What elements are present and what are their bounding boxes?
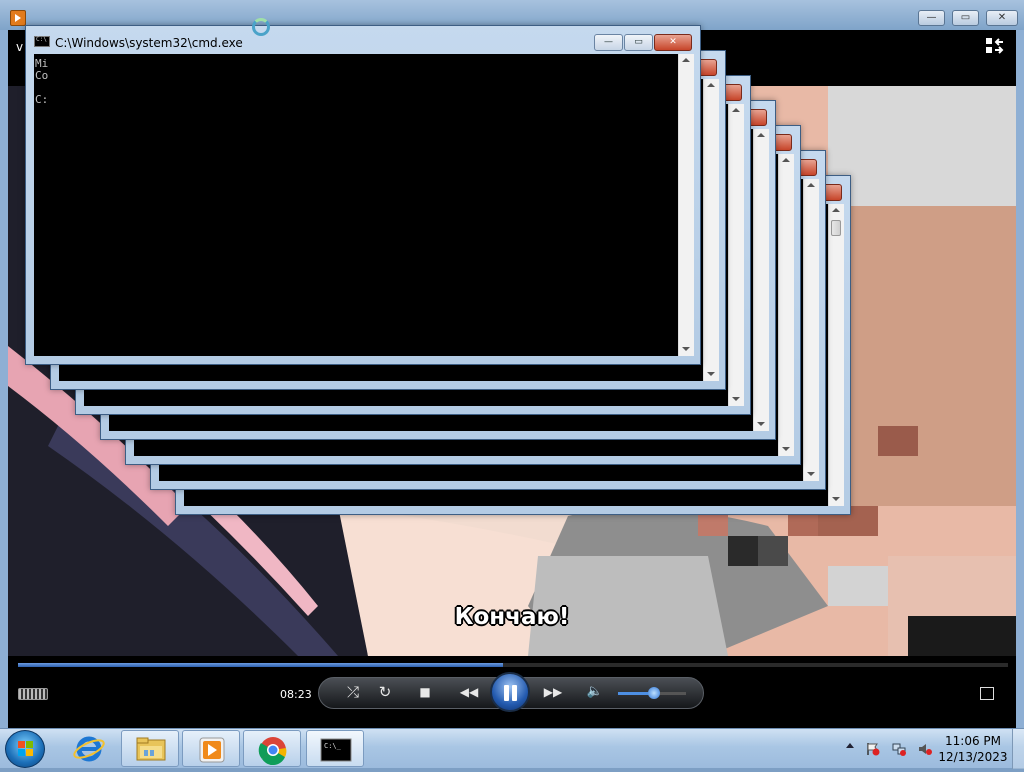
switch-to-library-icon[interactable] [986, 38, 1004, 54]
console-scrollbar[interactable] [778, 154, 794, 456]
console-output[interactable]: MiCoC: [34, 54, 678, 356]
console-scrollbar[interactable] [678, 54, 694, 356]
scroll-down-arrow-icon[interactable] [782, 447, 790, 451]
console-line: C: [35, 93, 49, 106]
taskbar: C:\_ 11:06 PM 12/13/2023 [0, 728, 1024, 769]
media-player-minimize-button[interactable]: — [918, 10, 945, 26]
windows-logo-icon [18, 741, 34, 757]
cmd-window-title: C:\Windows\system32\cmd.exe [55, 36, 243, 50]
scroll-down-arrow-icon[interactable] [732, 397, 740, 401]
taskbar-chrome[interactable] [243, 730, 301, 767]
media-player-maximize-button[interactable]: ▭ [952, 10, 979, 26]
scroll-down-arrow-icon[interactable] [757, 422, 765, 426]
scroll-up-arrow-icon[interactable] [757, 133, 765, 137]
console-scrollbar[interactable] [703, 79, 719, 381]
taskbar-command-prompt[interactable]: C:\_ [306, 730, 364, 767]
cmd-close-button[interactable]: ✕ [654, 34, 692, 51]
scroll-up-arrow-icon[interactable] [707, 83, 715, 87]
folder-icon [136, 737, 166, 761]
taskbar-media-player[interactable] [182, 730, 240, 767]
mute-button[interactable]: 🔈 [584, 682, 606, 702]
media-player-icon [199, 737, 225, 763]
cmd-maximize-button[interactable]: ▭ [624, 34, 653, 51]
console-scrollbar[interactable] [828, 204, 844, 506]
shuffle-button[interactable]: ⤮ [342, 682, 364, 702]
media-player-close-button[interactable]: ✕ [986, 10, 1018, 26]
pause-button[interactable] [490, 672, 530, 712]
clock-date[interactable]: 12/13/2023 [938, 750, 1008, 764]
console-scrollbar[interactable] [753, 129, 769, 431]
scrollbar-thumb[interactable] [831, 220, 841, 236]
seek-bar-progress [18, 663, 504, 667]
command-prompt-icon: C:\_ [320, 738, 352, 762]
console-line: Co [35, 69, 49, 82]
volume-slider-thumb[interactable] [648, 687, 660, 699]
scroll-up-arrow-icon[interactable] [782, 158, 790, 162]
previous-button[interactable]: ◀◀ [452, 682, 486, 702]
start-button[interactable] [5, 730, 45, 768]
scroll-up-arrow-icon[interactable] [732, 108, 740, 112]
video-title: v [16, 40, 24, 54]
action-center-flag-icon[interactable] [866, 741, 880, 756]
resize-grip-icon[interactable] [18, 688, 48, 700]
repeat-button[interactable]: ↻ [374, 682, 396, 702]
playback-control-bar: 08:23 ⤮ ↻ ■ ◀◀ ▶▶ 🔈 [8, 656, 1016, 728]
busy-cursor-icon [252, 18, 270, 36]
scroll-up-arrow-icon[interactable] [682, 58, 690, 62]
cmd-window[interactable]: C:\Windows\system32\cmd.exe—▭✕MiCoC: [25, 25, 701, 365]
volume-muted-icon[interactable] [918, 741, 932, 755]
console-scrollbar[interactable] [803, 179, 819, 481]
svg-text:C:\_: C:\_ [324, 742, 342, 750]
elapsed-time: 08:23 [280, 688, 312, 701]
cmd-titlebar[interactable]: C:\Windows\system32\cmd.exe —▭✕ [26, 26, 700, 54]
volume-slider-fill [618, 692, 652, 695]
scroll-up-arrow-icon[interactable] [807, 183, 815, 187]
scroll-down-arrow-icon[interactable] [832, 497, 840, 501]
cmd-minimize-button[interactable]: — [594, 34, 623, 51]
taskbar-internet-explorer[interactable] [60, 730, 118, 767]
media-player-app-icon [10, 10, 26, 26]
chrome-icon [258, 737, 287, 766]
fullscreen-icon[interactable] [980, 687, 994, 700]
scroll-down-arrow-icon[interactable] [807, 472, 815, 476]
scroll-down-arrow-icon[interactable] [707, 372, 715, 376]
seek-bar[interactable] [18, 663, 1008, 667]
internet-explorer-icon [73, 736, 105, 762]
clock-time[interactable]: 11:06 PM [938, 734, 1008, 748]
show-hidden-icons-icon[interactable] [846, 743, 854, 748]
scroll-down-arrow-icon[interactable] [682, 347, 690, 351]
stop-button[interactable]: ■ [414, 682, 436, 702]
cmd-app-icon [34, 36, 50, 47]
next-button[interactable]: ▶▶ [536, 682, 570, 702]
show-desktop-button[interactable] [1012, 729, 1024, 769]
subtitle-text: Кончаю! [454, 604, 570, 630]
console-scrollbar[interactable] [728, 104, 744, 406]
scroll-up-arrow-icon[interactable] [832, 208, 840, 212]
taskbar-windows-explorer[interactable] [121, 730, 179, 767]
network-icon[interactable] [892, 741, 906, 756]
